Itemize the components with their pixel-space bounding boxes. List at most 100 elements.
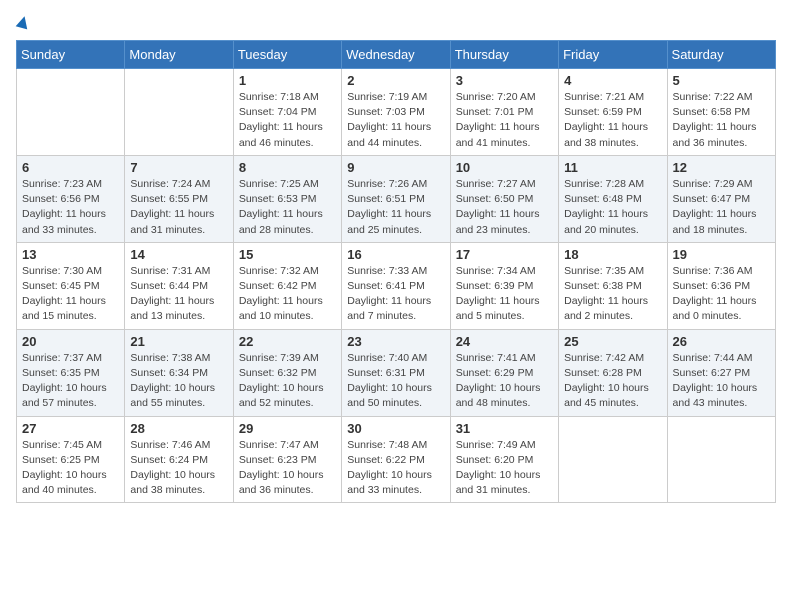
calendar-day-cell: 25 Sunrise: 7:42 AMSunset: 6:28 PMDayligh… [559, 329, 667, 416]
calendar-day-cell: 19Sunrise: 7:36 AMSunset: 6:36 PMDayligh… [667, 242, 775, 329]
day-number: 18 [564, 247, 661, 262]
calendar-day-cell [17, 69, 125, 156]
day-info: Sunrise: 7:28 AMSunset: 6:48 PMDaylight:… [564, 177, 661, 238]
day-info: Sunrise: 7:33 AMSunset: 6:41 PMDaylight:… [347, 264, 444, 325]
calendar-day-cell: 27Sunrise: 7:45 AMSunset: 6:25 PMDayligh… [17, 416, 125, 503]
day-number: 6 [22, 160, 119, 175]
calendar-day-cell: 10 Sunrise: 7:27 AMSunset: 6:50 PMDayligh… [450, 155, 558, 242]
calendar-day-cell: 16 Sunrise: 7:33 AMSunset: 6:41 PMDayligh… [342, 242, 450, 329]
day-number: 19 [673, 247, 770, 262]
calendar-week-row: 20Sunrise: 7:37 AMSunset: 6:35 PMDayligh… [17, 329, 776, 416]
day-number: 17 [456, 247, 553, 262]
day-info: Sunrise: 7:46 AMSunset: 6:24 PMDaylight:… [130, 438, 227, 499]
day-of-week-header: Wednesday [342, 41, 450, 69]
day-info: Sunrise: 7:39 AMSunset: 6:32 PMDaylight:… [239, 351, 336, 412]
day-info: Sunrise: 7:22 AMSunset: 6:58 PMDaylight:… [673, 90, 770, 151]
day-number: 8 [239, 160, 336, 175]
calendar-day-cell: 23Sunrise: 7:40 AMSunset: 6:31 PMDayligh… [342, 329, 450, 416]
day-number: 28 [130, 421, 227, 436]
calendar-day-cell: 29Sunrise: 7:47 AMSunset: 6:23 PMDayligh… [233, 416, 341, 503]
calendar-day-cell: 7 Sunrise: 7:24 AMSunset: 6:55 PMDaylight… [125, 155, 233, 242]
day-info: Sunrise: 7:24 AMSunset: 6:55 PMDaylight:… [130, 177, 227, 238]
calendar-day-cell: 3 Sunrise: 7:20 AMSunset: 7:01 PMDaylight… [450, 69, 558, 156]
day-info: Sunrise: 7:35 AMSunset: 6:38 PMDaylight:… [564, 264, 661, 325]
day-info: Sunrise: 7:23 AMSunset: 6:56 PMDaylight:… [22, 177, 119, 238]
day-number: 14 [130, 247, 227, 262]
calendar-day-cell [559, 416, 667, 503]
calendar-day-cell: 20Sunrise: 7:37 AMSunset: 6:35 PMDayligh… [17, 329, 125, 416]
day-info: Sunrise: 7:47 AMSunset: 6:23 PMDaylight:… [239, 438, 336, 499]
day-info: Sunrise: 7:38 AMSunset: 6:34 PMDaylight:… [130, 351, 227, 412]
calendar-week-row: 27Sunrise: 7:45 AMSunset: 6:25 PMDayligh… [17, 416, 776, 503]
calendar-day-cell: 11 Sunrise: 7:28 AMSunset: 6:48 PMDayligh… [559, 155, 667, 242]
day-info: Sunrise: 7:40 AMSunset: 6:31 PMDaylight:… [347, 351, 444, 412]
day-number: 12 [673, 160, 770, 175]
day-number: 13 [22, 247, 119, 262]
day-info: Sunrise: 7:49 AMSunset: 6:20 PMDaylight:… [456, 438, 553, 499]
day-number: 31 [456, 421, 553, 436]
calendar-day-cell: 24 Sunrise: 7:41 AMSunset: 6:29 PMDayligh… [450, 329, 558, 416]
day-number: 24 [456, 334, 553, 349]
day-info: Sunrise: 7:34 AMSunset: 6:39 PMDaylight:… [456, 264, 553, 325]
calendar-day-cell: 26Sunrise: 7:44 AMSunset: 6:27 PMDayligh… [667, 329, 775, 416]
day-of-week-header: Friday [559, 41, 667, 69]
calendar-header-row: SundayMondayTuesdayWednesdayThursdayFrid… [17, 41, 776, 69]
calendar-day-cell: 17 Sunrise: 7:34 AMSunset: 6:39 PMDayligh… [450, 242, 558, 329]
calendar-day-cell: 30 Sunrise: 7:48 AMSunset: 6:22 PMDayligh… [342, 416, 450, 503]
calendar-day-cell: 5Sunrise: 7:22 AMSunset: 6:58 PMDaylight… [667, 69, 775, 156]
logo [16, 16, 30, 28]
day-info: Sunrise: 7:18 AMSunset: 7:04 PMDaylight:… [239, 90, 336, 151]
day-number: 3 [456, 73, 553, 88]
day-number: 9 [347, 160, 444, 175]
day-number: 21 [130, 334, 227, 349]
day-info: Sunrise: 7:44 AMSunset: 6:27 PMDaylight:… [673, 351, 770, 412]
day-info: Sunrise: 7:21 AMSunset: 6:59 PMDaylight:… [564, 90, 661, 151]
day-number: 25 [564, 334, 661, 349]
calendar-day-cell [667, 416, 775, 503]
calendar-week-row: 1Sunrise: 7:18 AMSunset: 7:04 PMDaylight… [17, 69, 776, 156]
day-info: Sunrise: 7:45 AMSunset: 6:25 PMDaylight:… [22, 438, 119, 499]
day-number: 30 [347, 421, 444, 436]
day-number: 10 [456, 160, 553, 175]
calendar-day-cell: 22 Sunrise: 7:39 AMSunset: 6:32 PMDayligh… [233, 329, 341, 416]
day-info: Sunrise: 7:32 AMSunset: 6:42 PMDaylight:… [239, 264, 336, 325]
calendar-week-row: 6 Sunrise: 7:23 AMSunset: 6:56 PMDaylight… [17, 155, 776, 242]
day-info: Sunrise: 7:20 AMSunset: 7:01 PMDaylight:… [456, 90, 553, 151]
day-info: Sunrise: 7:19 AMSunset: 7:03 PMDaylight:… [347, 90, 444, 151]
day-info: Sunrise: 7:31 AMSunset: 6:44 PMDaylight:… [130, 264, 227, 325]
day-info: Sunrise: 7:41 AMSunset: 6:29 PMDaylight:… [456, 351, 553, 412]
day-number: 2 [347, 73, 444, 88]
day-number: 20 [22, 334, 119, 349]
day-number: 11 [564, 160, 661, 175]
day-number: 7 [130, 160, 227, 175]
calendar-day-cell: 6 Sunrise: 7:23 AMSunset: 6:56 PMDaylight… [17, 155, 125, 242]
calendar-day-cell: 21 Sunrise: 7:38 AMSunset: 6:34 PMDayligh… [125, 329, 233, 416]
day-of-week-header: Sunday [17, 41, 125, 69]
day-info: Sunrise: 7:42 AMSunset: 6:28 PMDaylight:… [564, 351, 661, 412]
day-of-week-header: Saturday [667, 41, 775, 69]
calendar-day-cell: 14 Sunrise: 7:31 AMSunset: 6:44 PMDayligh… [125, 242, 233, 329]
calendar-day-cell [125, 69, 233, 156]
calendar-day-cell: 8 Sunrise: 7:25 AMSunset: 6:53 PMDaylight… [233, 155, 341, 242]
day-info: Sunrise: 7:25 AMSunset: 6:53 PMDaylight:… [239, 177, 336, 238]
calendar-day-cell: 28 Sunrise: 7:46 AMSunset: 6:24 PMDayligh… [125, 416, 233, 503]
day-of-week-header: Monday [125, 41, 233, 69]
calendar-day-cell: 2 Sunrise: 7:19 AMSunset: 7:03 PMDaylight… [342, 69, 450, 156]
calendar-day-cell: 12 Sunrise: 7:29 AMSunset: 6:47 PMDayligh… [667, 155, 775, 242]
day-info: Sunrise: 7:29 AMSunset: 6:47 PMDaylight:… [673, 177, 770, 238]
day-info: Sunrise: 7:27 AMSunset: 6:50 PMDaylight:… [456, 177, 553, 238]
calendar-table: SundayMondayTuesdayWednesdayThursdayFrid… [16, 40, 776, 503]
day-of-week-header: Thursday [450, 41, 558, 69]
calendar-day-cell: 13 Sunrise: 7:30 AMSunset: 6:45 PMDayligh… [17, 242, 125, 329]
day-info: Sunrise: 7:30 AMSunset: 6:45 PMDaylight:… [22, 264, 119, 325]
day-number: 15 [239, 247, 336, 262]
day-info: Sunrise: 7:26 AMSunset: 6:51 PMDaylight:… [347, 177, 444, 238]
calendar-day-cell: 4Sunrise: 7:21 AMSunset: 6:59 PMDaylight… [559, 69, 667, 156]
calendar-day-cell: 1Sunrise: 7:18 AMSunset: 7:04 PMDaylight… [233, 69, 341, 156]
day-number: 16 [347, 247, 444, 262]
calendar-day-cell: 18 Sunrise: 7:35 AMSunset: 6:38 PMDayligh… [559, 242, 667, 329]
day-number: 22 [239, 334, 336, 349]
day-info: Sunrise: 7:48 AMSunset: 6:22 PMDaylight:… [347, 438, 444, 499]
calendar-day-cell: 9 Sunrise: 7:26 AMSunset: 6:51 PMDaylight… [342, 155, 450, 242]
page-header [16, 16, 776, 28]
